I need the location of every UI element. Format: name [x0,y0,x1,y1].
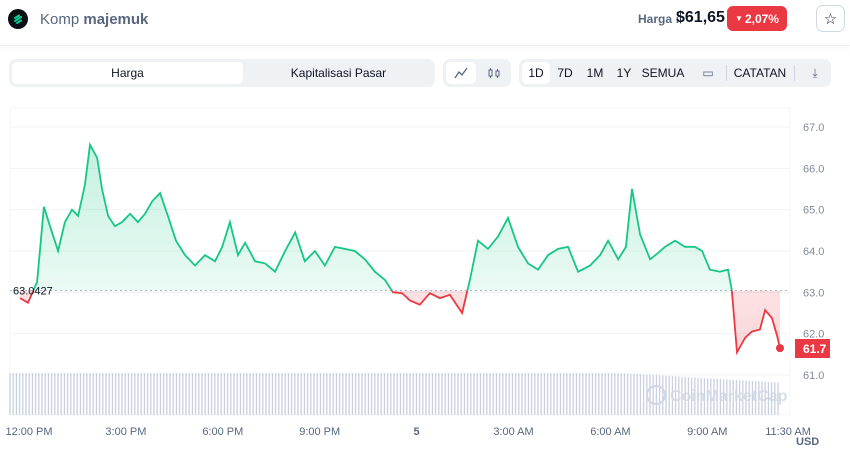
x-tick-label: 9:00 PM [299,426,340,438]
current-price-label: 61.7 [803,342,827,356]
current-price-dot [775,344,784,353]
area-fill-up [19,144,780,291]
y-tick-label: 62.0 [803,329,824,341]
x-tick-label: 6:00 AM [590,426,630,438]
reference-label: 63.0427 [13,286,53,298]
x-tick-label: 6:00 PM [202,426,243,438]
x-tick-label: 3:00 PM [105,426,146,438]
watermark: CoinMarketCap [670,388,788,405]
y-tick-label: 67.0 [803,122,824,134]
currency-label: USD [796,436,819,448]
x-tick-label: 5 [414,426,420,438]
y-tick-label: 63.0 [803,287,824,299]
price-chart[interactable]: 67.0 66.0 65.0 64.0 63.0 62.0 61.0 CoinMarketCa… [0,0,850,453]
x-tick-label: 9:00 AM [687,426,727,438]
x-tick-label: 3:00 AM [493,426,533,438]
y-tick-label: 61.0 [803,370,824,382]
y-tick-label: 65.0 [803,205,824,217]
x-tick-label: 12:00 PM [5,426,52,438]
y-tick-label: 64.0 [803,246,824,258]
y-tick-label: 66.0 [803,163,824,175]
